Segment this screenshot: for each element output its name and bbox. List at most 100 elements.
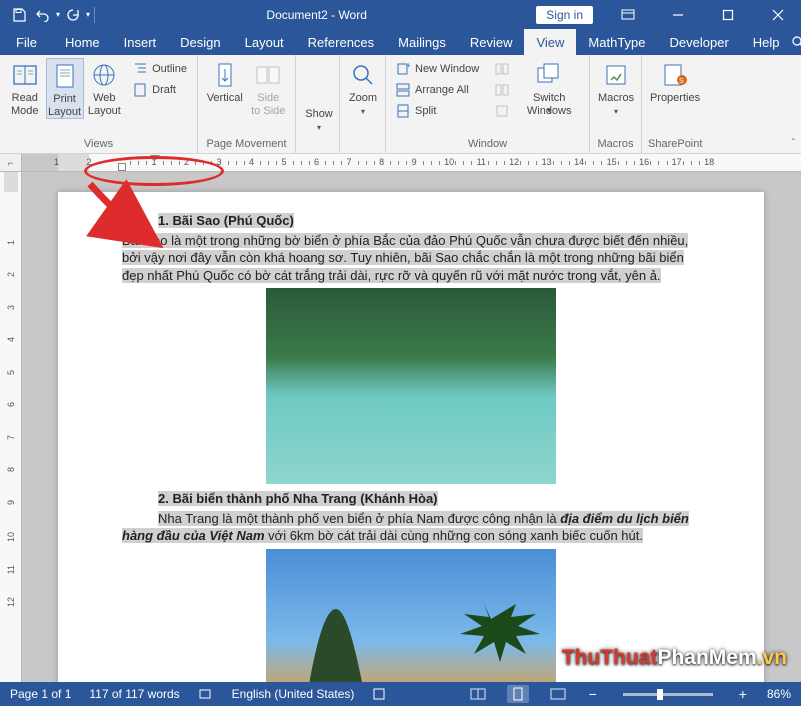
redo-icon[interactable] bbox=[62, 4, 84, 26]
zoom-out-button[interactable]: − bbox=[587, 686, 599, 702]
tab-help[interactable]: Help bbox=[741, 29, 792, 55]
chevron-down-icon: ▾ bbox=[614, 107, 618, 116]
read-mode-icon bbox=[10, 60, 40, 90]
image-bai-sao[interactable] bbox=[266, 288, 556, 484]
quick-access-toolbar: ▾ ▾ bbox=[0, 4, 97, 26]
tab-developer[interactable]: Developer bbox=[658, 29, 741, 55]
print-layout-label: Print Layout bbox=[48, 93, 81, 118]
tab-review[interactable]: Review bbox=[458, 29, 525, 55]
print-layout-icon bbox=[50, 61, 80, 91]
svg-text:+: + bbox=[406, 62, 411, 70]
web-layout-view[interactable] bbox=[547, 685, 569, 703]
paragraph-2-tail[interactable]: với 6km bờ cát trải dài cùng những con s… bbox=[265, 528, 643, 543]
split-icon bbox=[396, 104, 411, 118]
sync-scrolling-button bbox=[491, 79, 514, 100]
close-button[interactable] bbox=[755, 0, 801, 29]
tab-references[interactable]: References bbox=[296, 29, 386, 55]
macros-button[interactable]: Macros ▾ bbox=[596, 58, 636, 116]
tab-file[interactable]: File bbox=[0, 29, 53, 55]
signin-button[interactable]: Sign in bbox=[536, 6, 593, 24]
zoom-dropdown[interactable]: Zoom ▾ bbox=[346, 58, 380, 116]
tab-mathtype[interactable]: MathType bbox=[576, 29, 657, 55]
tab-insert[interactable]: Insert bbox=[112, 29, 169, 55]
tab-design[interactable]: Design bbox=[168, 29, 232, 55]
switch-windows-icon bbox=[534, 60, 564, 90]
minimize-button[interactable] bbox=[655, 0, 701, 29]
macros-group-label: Macros bbox=[596, 138, 635, 152]
image-nha-trang[interactable] bbox=[266, 549, 556, 682]
arrange-all-icon bbox=[396, 83, 411, 97]
zoom-level[interactable]: 86% bbox=[767, 687, 791, 701]
new-window-icon: + bbox=[396, 62, 411, 76]
switch-windows-button[interactable]: Switch Windows ▾ bbox=[522, 58, 576, 128]
workspace: ⌐ 21123456789101112131415161718 12345678… bbox=[0, 154, 801, 682]
document-area[interactable]: 1. Bãi Sao (Phú Quốc) Bãi Sao là một tro… bbox=[22, 172, 801, 682]
view-side-by-side-button bbox=[491, 58, 514, 79]
vertical-button[interactable]: Vertical bbox=[204, 58, 246, 105]
ribbon-tabs: File Home Insert Design Layout Reference… bbox=[0, 29, 801, 55]
spellcheck-icon[interactable] bbox=[198, 687, 214, 701]
print-layout-view[interactable] bbox=[507, 685, 529, 703]
side-to-side-button[interactable]: Side to Side bbox=[248, 58, 290, 117]
page: 1. Bãi Sao (Phú Quốc) Bãi Sao là một tro… bbox=[58, 192, 764, 682]
zoom-in-button[interactable]: + bbox=[737, 686, 749, 702]
draft-label: Draft bbox=[152, 84, 176, 96]
save-icon[interactable] bbox=[8, 4, 30, 26]
vertical-ruler[interactable]: 123456789101112 bbox=[0, 172, 22, 682]
qat-customize-dropdown[interactable]: ▾ bbox=[86, 10, 90, 19]
vertical-label: Vertical bbox=[207, 92, 243, 105]
properties-label: Properties bbox=[650, 92, 700, 105]
web-layout-button[interactable]: Web Layout bbox=[86, 58, 124, 117]
macros-icon bbox=[601, 60, 631, 90]
macros-label: Macros bbox=[598, 92, 634, 105]
ribbon-display-options[interactable] bbox=[605, 0, 651, 29]
zoom-icon bbox=[348, 60, 378, 90]
arrange-all-label: Arrange All bbox=[415, 84, 469, 96]
tab-home[interactable]: Home bbox=[53, 29, 112, 55]
chevron-down-icon: ▾ bbox=[547, 106, 551, 115]
web-layout-label: Web Layout bbox=[88, 92, 121, 117]
show-dropdown[interactable]: Show ▾ bbox=[302, 58, 336, 132]
new-window-button[interactable]: + New Window bbox=[392, 58, 483, 79]
document-title: Document2 - Word bbox=[97, 8, 536, 22]
print-layout-button[interactable]: Print Layout bbox=[46, 58, 84, 119]
show-label: Show bbox=[305, 108, 333, 121]
reset-window-button bbox=[491, 100, 514, 121]
properties-button[interactable]: S Properties bbox=[648, 58, 702, 105]
maximize-button[interactable] bbox=[705, 0, 751, 29]
paragraph-2-lead[interactable]: Nha Trang là một thành phố ven biển ở ph… bbox=[158, 511, 560, 526]
macro-record-icon[interactable] bbox=[372, 687, 386, 701]
page-movement-group-label: Page Movement bbox=[204, 138, 289, 152]
side-to-side-icon bbox=[253, 60, 283, 90]
title-bar: ▾ ▾ Document2 - Word Sign in bbox=[0, 0, 801, 29]
tab-selector[interactable]: ⌐ bbox=[0, 154, 22, 172]
page-count[interactable]: Page 1 of 1 bbox=[10, 687, 71, 701]
outline-icon bbox=[133, 61, 148, 76]
zoom-label: Zoom bbox=[349, 92, 377, 105]
split-label: Split bbox=[415, 105, 436, 117]
outline-button[interactable]: Outline bbox=[129, 58, 191, 79]
horizontal-ruler[interactable]: 21123456789101112131415161718 bbox=[22, 154, 801, 172]
heading-2[interactable]: 2. Bãi biển thành phố Nha Trang (Khánh H… bbox=[158, 491, 438, 506]
tab-mailings[interactable]: Mailings bbox=[386, 29, 458, 55]
read-mode-view[interactable] bbox=[467, 685, 489, 703]
zoom-slider[interactable] bbox=[623, 693, 713, 696]
word-count[interactable]: 117 of 117 words bbox=[89, 687, 179, 701]
draft-button[interactable]: Draft bbox=[129, 79, 191, 100]
paragraph-1[interactable]: Bãi Sao là một trong những bờ biển ở phí… bbox=[122, 233, 688, 283]
tab-view[interactable]: View bbox=[524, 29, 576, 55]
ribbon: Read Mode Print Layout Web Layout Outlin… bbox=[0, 55, 801, 154]
heading-1[interactable]: 1. Bãi Sao (Phú Quốc) bbox=[158, 213, 294, 228]
tab-layout[interactable]: Layout bbox=[233, 29, 296, 55]
new-window-label: New Window bbox=[415, 63, 479, 75]
lightbulb-icon bbox=[792, 36, 801, 49]
arrange-all-button[interactable]: Arrange All bbox=[392, 79, 483, 100]
vertical-icon bbox=[210, 60, 240, 90]
undo-dropdown[interactable]: ▾ bbox=[56, 10, 60, 19]
undo-icon[interactable] bbox=[32, 4, 54, 26]
collapse-ribbon-button[interactable]: ˆ bbox=[792, 138, 795, 149]
tell-me-search[interactable]: Search bbox=[792, 35, 801, 49]
read-mode-button[interactable]: Read Mode bbox=[6, 58, 44, 117]
split-button[interactable]: Split bbox=[392, 100, 483, 121]
language[interactable]: English (United States) bbox=[232, 687, 355, 701]
